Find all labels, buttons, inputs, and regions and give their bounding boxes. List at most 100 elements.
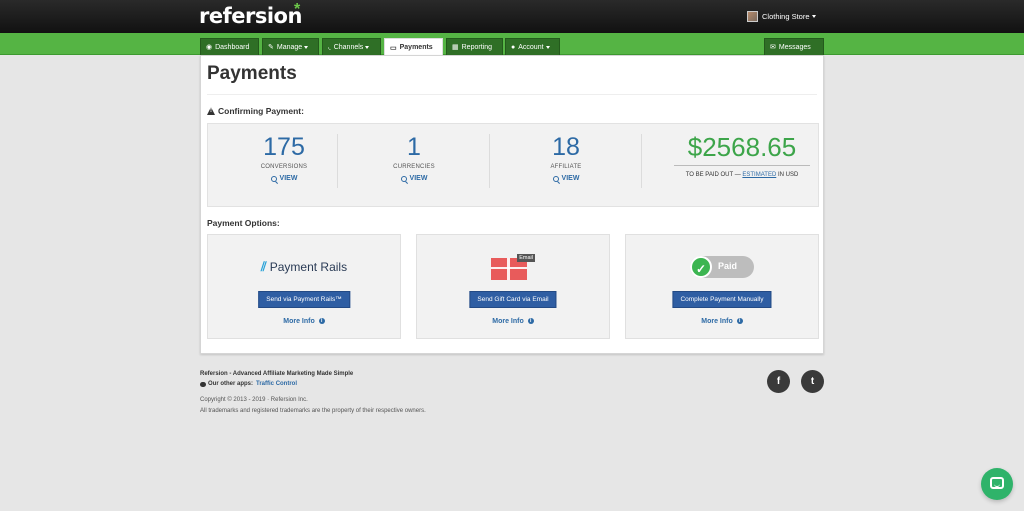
- tab-reporting[interactable]: ▦ Reporting: [446, 38, 503, 55]
- tab-label: Reporting: [461, 43, 492, 51]
- payment-rails-icon: ⫽: [260, 259, 267, 274]
- copyright: Copyright © 2013 - 2019 · Refersion Inc.: [200, 397, 308, 403]
- divider: [641, 134, 642, 188]
- other-apps: Our other apps: Traffic Control: [200, 381, 426, 387]
- tab-dashboard[interactable]: ◉ Dashboard: [200, 38, 259, 55]
- payment-options-label: Payment Options:: [207, 218, 280, 228]
- tab-payments[interactable]: ▭ Payments: [384, 38, 443, 56]
- tab-channels[interactable]: ◟ Channels: [322, 38, 381, 55]
- refersion-logo[interactable]: refersion: [199, 4, 302, 28]
- payment-option-manual: ✓ Paid Complete Payment Manually More In…: [625, 234, 819, 339]
- payment-option-rails: ⫽ Payment Rails Send via Payment Rails™ …: [207, 234, 401, 339]
- chevron-down-icon: [365, 45, 370, 49]
- tab-label: Dashboard: [215, 43, 250, 51]
- search-icon: [400, 175, 407, 182]
- stat-label: CURRENCIES: [393, 164, 435, 170]
- payout-note: TO BE PAID OUT — ESTIMATED IN USD: [664, 172, 820, 178]
- stat-affiliate: 18 AFFILIATE VIEW: [490, 132, 642, 188]
- chat-icon: [990, 477, 1004, 489]
- more-info-label: More Info: [492, 318, 524, 325]
- store-name: Clothing Store: [762, 12, 810, 21]
- more-info-label: More Info: [701, 318, 733, 325]
- confirming-payment-heading: Confirming Payment:: [207, 106, 304, 116]
- stat-value: 18: [552, 133, 580, 161]
- trademark-notice: All trademarks and registered trademarks…: [200, 408, 426, 414]
- logo-star-icon: *: [294, 1, 301, 18]
- divider: [207, 94, 817, 95]
- view-currencies-link[interactable]: VIEW: [400, 175, 428, 182]
- traffic-control-link[interactable]: Traffic Control: [256, 381, 297, 387]
- stat-label: AFFILIATE: [550, 164, 582, 170]
- footer: Refersion - Advanced Affiliate Marketing…: [200, 371, 426, 414]
- tab-label: Account: [518, 43, 544, 51]
- page-title: Payments: [207, 63, 297, 84]
- payments-panel: Payments Confirming Payment: 175 CONVERS…: [200, 55, 824, 354]
- main-nav: ◉ Dashboard ✎ Manage ◟ Channels ▭ Paymen…: [0, 33, 1024, 56]
- chevron-down-icon: [304, 45, 309, 49]
- store-menu[interactable]: Clothing Store: [747, 11, 816, 22]
- more-info-link[interactable]: More Info i: [417, 318, 609, 325]
- comment-icon: [200, 381, 206, 387]
- tab-label: Channels: [333, 43, 364, 51]
- payout-amount: $2568.65: [687, 132, 797, 162]
- send-gift-card-button[interactable]: Send Gift Card via Email: [469, 291, 557, 308]
- stat-payout: $2568.65 TO BE PAID OUT — ESTIMATED IN U…: [664, 132, 820, 188]
- payment-rails-name: Payment Rails: [269, 260, 348, 274]
- gift-card-icon: Email: [491, 254, 535, 280]
- confirming-payment-label: Confirming Payment:: [218, 106, 304, 116]
- stat-currencies: 1 CURRENCIES VIEW: [338, 132, 490, 188]
- view-label: VIEW: [409, 175, 428, 182]
- search-icon: [552, 175, 559, 182]
- view-label: VIEW: [279, 175, 298, 182]
- send-via-payment-rails-button[interactable]: Send via Payment Rails™: [258, 291, 350, 308]
- money-icon: ▭: [390, 44, 397, 52]
- search-icon: [270, 175, 277, 182]
- messages-label: Messages: [778, 43, 811, 51]
- chevron-down-icon: [811, 15, 816, 18]
- stat-value: 1: [407, 133, 421, 161]
- more-info-link[interactable]: More Info i: [208, 318, 400, 325]
- chat-launcher-button[interactable]: [981, 468, 1013, 500]
- edit-icon: ✎: [268, 44, 274, 51]
- paid-label: Paid: [718, 261, 738, 271]
- comments-icon: ✉: [770, 44, 776, 51]
- view-affiliate-link[interactable]: VIEW: [552, 175, 580, 182]
- more-info-link[interactable]: More Info i: [626, 318, 818, 325]
- payout-note-prefix: TO BE PAID OUT —: [685, 172, 741, 178]
- paid-toggle-logo: ✓ Paid: [626, 256, 818, 278]
- info-icon: i: [527, 318, 534, 325]
- info-icon: i: [318, 318, 325, 325]
- complete-payment-manually-button[interactable]: Complete Payment Manually: [672, 291, 772, 308]
- paid-toggle: ✓ Paid: [690, 256, 754, 278]
- dashboard-icon: ◉: [206, 44, 213, 51]
- tab-label: Payments: [399, 44, 433, 51]
- tab-manage[interactable]: ✎ Manage: [262, 38, 319, 55]
- info-icon: i: [736, 318, 743, 325]
- footer-tagline: Refersion - Advanced Affiliate Marketing…: [200, 371, 354, 377]
- estimated-link[interactable]: ESTIMATED: [742, 172, 776, 178]
- chevron-down-icon: [545, 45, 550, 49]
- rss-icon: ◟: [328, 44, 331, 51]
- chart-icon: ▦: [452, 44, 459, 51]
- messages-button[interactable]: ✉ Messages: [764, 38, 824, 55]
- tab-account[interactable]: ● Account: [505, 38, 560, 55]
- payout-note-suffix: IN USD: [777, 172, 799, 178]
- more-info-label: More Info: [283, 318, 315, 325]
- twitter-icon[interactable]: t: [801, 370, 824, 393]
- confirming-stats: 175 CONVERSIONS VIEW 1 CURRENCIES VIEW 1…: [207, 123, 819, 207]
- store-avatar: [747, 11, 758, 22]
- divider: [674, 165, 810, 166]
- other-apps-label: Our other apps:: [208, 381, 254, 387]
- gift-card-logo: Email: [417, 254, 609, 280]
- user-icon: ●: [511, 43, 516, 51]
- checkmark-icon: ✓: [690, 256, 712, 278]
- view-conversions-link[interactable]: VIEW: [270, 175, 298, 182]
- payment-option-gift-card: Email Send Gift Card via Email More Info…: [416, 234, 610, 339]
- email-tag: Email: [517, 254, 535, 262]
- view-label: VIEW: [561, 175, 580, 182]
- top-bar: refersion * Clothing Store: [0, 0, 1024, 33]
- payment-rails-logo: ⫽ Payment Rails: [208, 257, 400, 277]
- payment-options-heading: Payment Options:: [207, 218, 280, 228]
- facebook-icon[interactable]: f: [767, 370, 790, 393]
- warning-icon: [207, 107, 215, 115]
